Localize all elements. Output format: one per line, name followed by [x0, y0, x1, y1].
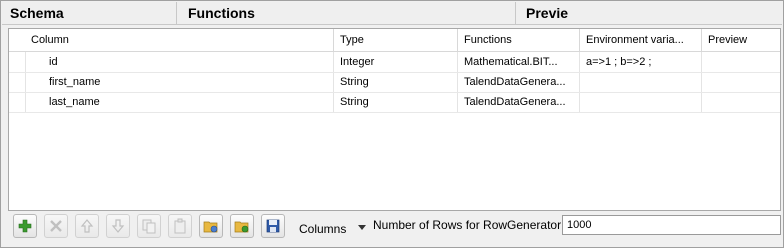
column-header-preview[interactable]: Preview [702, 29, 780, 51]
cell-function[interactable]: TalendDataGenera... [458, 72, 579, 92]
cell-env[interactable] [580, 92, 701, 112]
column-header-type[interactable]: Type [334, 29, 457, 51]
cell-type[interactable]: Integer [334, 52, 457, 72]
table-row[interactable]: id Integer Mathematical.BIT... a=>1 ; b=… [9, 52, 780, 73]
cell-preview[interactable] [702, 52, 780, 72]
rows-count-label: Number of Rows for RowGenerator [373, 218, 562, 232]
column-header-column[interactable]: Column [25, 29, 333, 51]
remove-row-button[interactable] [44, 214, 68, 238]
row-generator-editor: Schema Functions Previe Column Type Func… [0, 0, 784, 248]
folder-import-icon [203, 221, 218, 233]
cell-env[interactable] [580, 72, 701, 92]
export-button[interactable] [230, 214, 254, 238]
arrow-up-icon [80, 219, 94, 233]
functions-section-title: Functions [188, 5, 255, 21]
floppy-icon [266, 219, 280, 233]
table-row[interactable]: last_name String TalendDataGenera... [9, 92, 780, 113]
save-button[interactable] [261, 214, 285, 238]
section-divider [176, 2, 177, 24]
bottom-toolbar: Columns Number of Rows for RowGenerator [9, 213, 781, 241]
cell-type[interactable]: String [334, 92, 457, 112]
move-up-button[interactable] [75, 214, 99, 238]
cell-function[interactable]: TalendDataGenera... [458, 92, 579, 112]
rows-count-input[interactable] [562, 215, 781, 235]
cell-preview[interactable] [702, 92, 780, 112]
cell-preview[interactable] [702, 72, 780, 92]
column-header-env[interactable]: Environment varia... [580, 29, 701, 51]
columns-dropdown[interactable]: Columns [299, 222, 346, 236]
section-header: Schema Functions Previe [2, 2, 782, 25]
copy-button[interactable] [137, 214, 161, 238]
preview-section-title: Previe [526, 5, 569, 21]
paste-icon [174, 218, 186, 234]
add-row-button[interactable] [13, 214, 37, 238]
cell-column[interactable]: last_name [43, 92, 333, 112]
import-button[interactable] [199, 214, 223, 238]
cell-type[interactable]: String [334, 72, 457, 92]
chevron-down-icon[interactable] [358, 225, 366, 230]
plus-icon [18, 219, 32, 233]
cell-column[interactable]: first_name [43, 72, 333, 92]
schema-section-title: Schema [10, 5, 64, 21]
table-header: Column Type Functions Environment varia.… [9, 29, 780, 52]
cell-function[interactable]: Mathematical.BIT... [458, 52, 579, 72]
move-down-button[interactable] [106, 214, 130, 238]
copy-icon [142, 219, 156, 234]
paste-button[interactable] [168, 214, 192, 238]
schema-table[interactable]: Column Type Functions Environment varia.… [8, 28, 781, 211]
table-row[interactable]: first_name String TalendDataGenera... [9, 72, 780, 93]
column-header-functions[interactable]: Functions [458, 29, 579, 51]
folder-export-icon [234, 221, 249, 233]
cell-column[interactable]: id [43, 52, 333, 72]
x-icon [50, 220, 62, 232]
cell-env[interactable]: a=>1 ; b=>2 ; [580, 52, 701, 72]
arrow-down-icon [111, 219, 125, 233]
section-divider [515, 2, 516, 24]
